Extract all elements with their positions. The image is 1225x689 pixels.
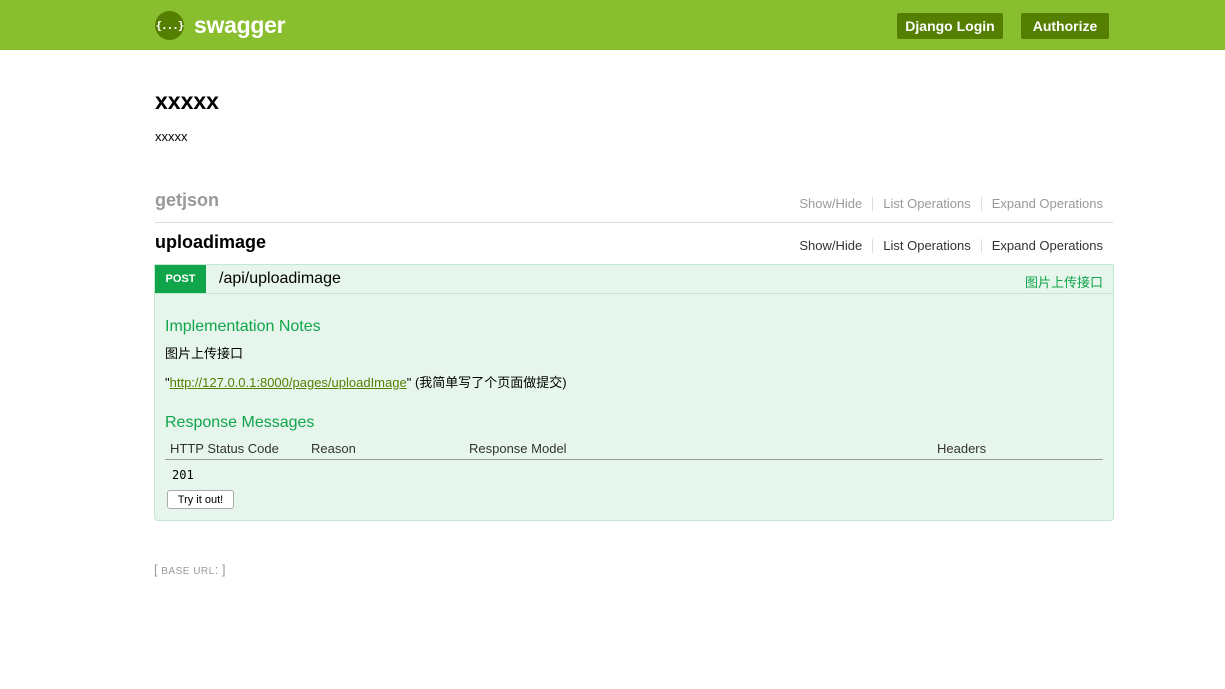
list-operations-link[interactable]: List Operations (873, 197, 982, 211)
column-http-status-code: HTTP Status Code (170, 441, 279, 456)
expand-operations-link[interactable]: Expand Operations (982, 197, 1103, 211)
upload-page-link[interactable]: http://127.0.0.1:8000/pages/uploadImage (170, 375, 407, 390)
implementation-notes-link-line: "http://127.0.0.1:8000/pages/uploadImage… (165, 372, 567, 391)
expand-operations-link[interactable]: Expand Operations (982, 239, 1103, 253)
implementation-notes-text: 图片上传接口 (165, 346, 244, 361)
api-description: xxxxx (155, 129, 188, 144)
resource-ops-getjson: Show/Hide List Operations Expand Operati… (789, 197, 1103, 211)
show-hide-link[interactable]: Show/Hide (789, 239, 874, 253)
resource-uploadimage: uploadimage Show/Hide List Operations Ex… (155, 232, 1113, 264)
base-url-label: BASE URL (161, 566, 215, 577)
resource-getjson: getjson Show/Hide List Operations Expand… (155, 190, 1113, 223)
table-row: 201 (165, 460, 1103, 487)
column-reason: Reason (311, 441, 356, 456)
show-hide-link[interactable]: Show/Hide (789, 197, 874, 211)
response-messages-title: Response Messages (165, 414, 315, 431)
swagger-logo-text: swagger (194, 12, 286, 38)
status-code: 201 (172, 468, 194, 482)
column-response-model: Response Model (469, 441, 567, 456)
authorize-button[interactable]: Authorize (1021, 13, 1109, 39)
column-headers: Headers (937, 441, 987, 456)
base-url-footer: [ BASE URL: ] (154, 562, 226, 577)
api-title: xxxxx (155, 88, 219, 114)
implementation-notes-title: Implementation Notes (165, 318, 321, 335)
resource-name-uploadimage[interactable]: uploadimage (155, 232, 266, 253)
operation-post-uploadimage: POST /api/uploadimage 图片上传接口 Implementat… (154, 264, 1114, 521)
table-header: HTTP Status Code Reason Response Model H… (165, 439, 1103, 460)
operation-summary[interactable]: 图片上传接口 (1025, 272, 1103, 291)
http-method-badge[interactable]: POST (155, 265, 206, 293)
resource-name-getjson[interactable]: getjson (155, 190, 219, 211)
base-url-close: : ] (214, 562, 226, 577)
swagger-logo-icon: {...} (155, 11, 185, 40)
notes-suffix: (我简单写了个页面做提交) (411, 375, 567, 390)
list-operations-link[interactable]: List Operations (873, 239, 982, 253)
operation-path[interactable]: /api/uploadimage (219, 270, 341, 288)
top-bar: {...} swagger Django Login Authorize (0, 0, 1225, 50)
operation-heading[interactable]: POST /api/uploadimage 图片上传接口 (155, 265, 1113, 294)
swagger-logo[interactable]: {...} swagger (155, 11, 286, 40)
response-messages-table: HTTP Status Code Reason Response Model H… (165, 439, 1103, 487)
django-login-button[interactable]: Django Login (897, 13, 1003, 39)
resource-ops-uploadimage: Show/Hide List Operations Expand Operati… (789, 239, 1103, 253)
try-it-out-button[interactable]: Try it out! (167, 490, 234, 509)
